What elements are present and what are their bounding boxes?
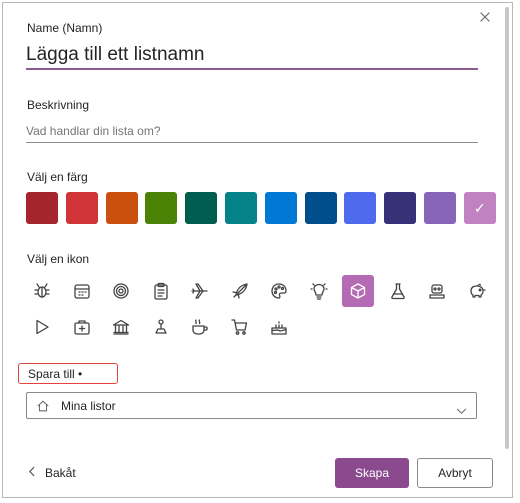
play-icon[interactable] <box>26 311 58 343</box>
back-label: Bakåt <box>45 466 76 480</box>
color-swatch-indigo[interactable] <box>384 192 417 224</box>
calendar-icon[interactable] <box>66 275 98 307</box>
color-swatch-green[interactable] <box>145 192 178 224</box>
cancel-button[interactable]: Avbryt <box>417 458 493 488</box>
bug-icon[interactable] <box>26 275 58 307</box>
color-swatch-periwinkle[interactable] <box>344 192 377 224</box>
robot-icon[interactable] <box>421 275 453 307</box>
color-swatch-orange[interactable] <box>105 192 138 224</box>
chevron-left-icon <box>28 466 35 480</box>
create-list-dialog <box>2 2 513 498</box>
color-swatch-dark-red[interactable] <box>26 192 58 224</box>
lightbulb-icon[interactable] <box>303 275 335 307</box>
coffee-cup-icon[interactable] <box>184 311 216 343</box>
checkmark-icon: ✓ <box>473 200 486 216</box>
chevron-down-icon <box>456 402 467 420</box>
color-swatch-blue[interactable] <box>264 192 297 224</box>
color-swatch-red[interactable] <box>65 192 98 224</box>
cancel-label: Avbryt <box>438 466 472 480</box>
save-to-label: Spara till • <box>28 367 83 381</box>
list-name-input[interactable] <box>26 42 478 70</box>
palette-icon[interactable] <box>263 275 295 307</box>
shopping-cart-icon[interactable] <box>224 311 256 343</box>
create-button[interactable]: Skapa <box>335 458 409 488</box>
color-swatch-teal[interactable] <box>225 192 257 224</box>
name-label: Name (Namn) <box>27 21 103 35</box>
map-pin-icon[interactable] <box>145 311 177 343</box>
description-input[interactable] <box>26 120 478 143</box>
close-icon[interactable] <box>477 10 493 26</box>
clipboard-icon[interactable] <box>145 275 177 307</box>
rocket-icon[interactable] <box>224 275 256 307</box>
color-swatch-dark-blue[interactable] <box>304 192 337 224</box>
flask-icon[interactable] <box>382 275 414 307</box>
save-location-dropdown[interactable]: Mina listor <box>26 392 477 419</box>
home-icon <box>36 399 50 418</box>
create-label: Skapa <box>354 466 390 480</box>
scrollbar[interactable] <box>505 7 509 449</box>
cube-icon[interactable] <box>342 275 374 307</box>
description-label: Beskrivning <box>27 98 90 112</box>
first-aid-kit-icon[interactable] <box>66 311 98 343</box>
target-icon[interactable] <box>105 275 137 307</box>
color-swatch-dark-teal[interactable] <box>185 192 218 224</box>
color-label: Välj en färg <box>27 170 88 184</box>
back-button[interactable]: Bakåt <box>24 458 84 488</box>
bank-icon[interactable] <box>105 311 137 343</box>
color-swatch-lilac[interactable]: ✓ <box>463 192 496 224</box>
color-swatch-purple[interactable] <box>424 192 456 224</box>
icon-label: Välj en ikon <box>27 252 90 266</box>
airplane-icon[interactable] <box>184 275 216 307</box>
dropdown-value: Mina listor <box>61 399 116 413</box>
cake-icon[interactable] <box>263 311 295 343</box>
piggy-bank-icon[interactable] <box>461 275 493 307</box>
